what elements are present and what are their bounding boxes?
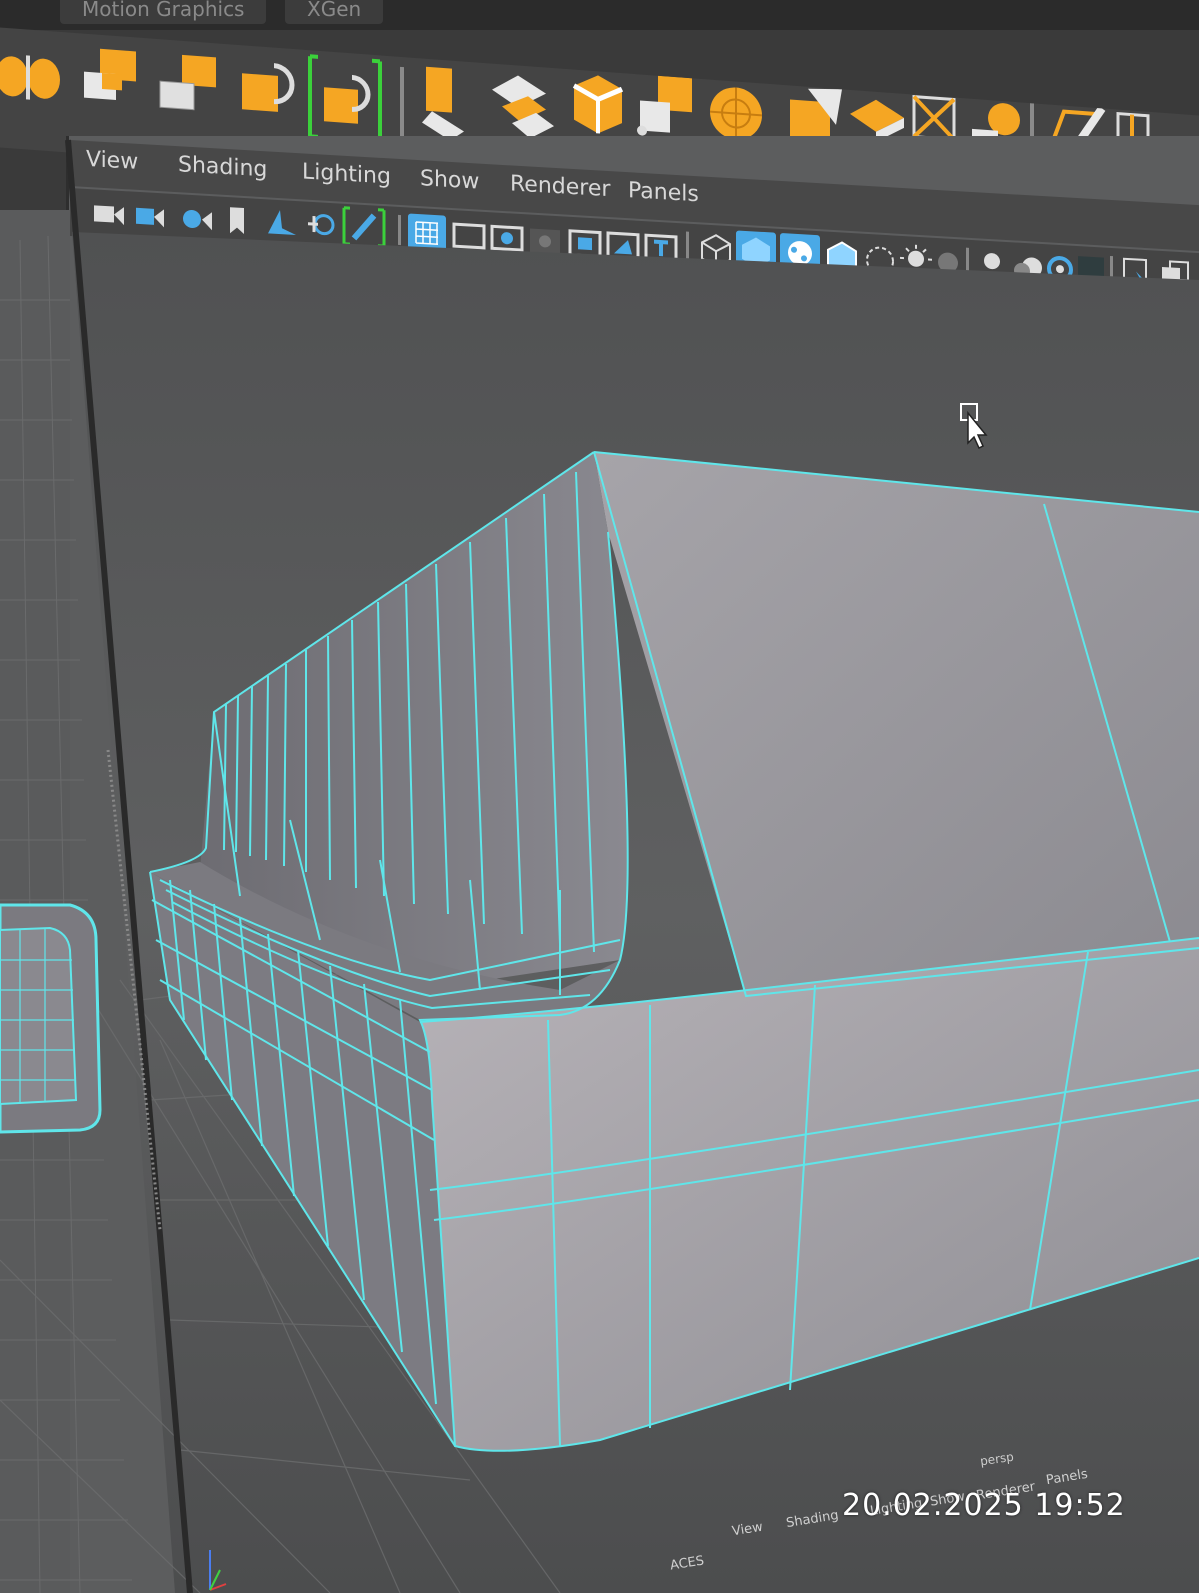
fill-hole-icon[interactable] bbox=[710, 86, 762, 142]
bookmark-icon[interactable] bbox=[230, 207, 244, 235]
wireframe-on-shaded-icon[interactable] bbox=[827, 241, 857, 276]
screen-space-ao-icon[interactable] bbox=[978, 252, 1006, 282]
combine-icon[interactable] bbox=[84, 48, 136, 102]
safe-action-icon[interactable] bbox=[606, 231, 640, 261]
shelf-tab-motion-graphics[interactable]: Motion Graphics bbox=[60, 0, 267, 24]
perspective-viewport-panel bbox=[66, 136, 1199, 1593]
extrude-icon[interactable] bbox=[422, 66, 464, 141]
film-gate-icon[interactable] bbox=[452, 222, 486, 250]
bool-difference-icon[interactable] bbox=[308, 54, 382, 144]
shelf-tab-xgen[interactable]: XGen bbox=[285, 0, 384, 24]
use-default-material-icon[interactable] bbox=[780, 233, 820, 274]
photo-timestamp: 20.02.2025 19:52 bbox=[842, 1488, 1126, 1523]
image-plane-icon[interactable] bbox=[268, 209, 296, 236]
separate-icon[interactable] bbox=[159, 53, 216, 111]
gate-mask-icon[interactable] bbox=[530, 228, 560, 255]
shelf-tab-strip: Motion Graphics XGen bbox=[0, 0, 1199, 30]
bevel-icon[interactable] bbox=[572, 74, 624, 136]
safe-title-icon[interactable] bbox=[644, 233, 678, 263]
bridge-icon[interactable] bbox=[492, 74, 554, 141]
shadows-icon[interactable] bbox=[938, 252, 958, 273]
use-all-lights-icon[interactable] bbox=[900, 244, 932, 268]
grease-pencil-icon[interactable] bbox=[342, 206, 386, 248]
xray-joints-icon[interactable] bbox=[1162, 260, 1189, 287]
xray-icon[interactable] bbox=[866, 246, 894, 275]
anti-aliasing-icon[interactable] bbox=[1047, 256, 1073, 283]
bool-union-icon[interactable] bbox=[242, 63, 295, 113]
resolution-gate-icon[interactable] bbox=[490, 224, 524, 252]
camera-lock-icon[interactable] bbox=[136, 207, 164, 228]
field-chart-icon[interactable] bbox=[568, 229, 602, 259]
smooth-shade-icon[interactable] bbox=[736, 230, 776, 271]
menu-view[interactable]: View bbox=[86, 147, 138, 175]
2d-pan-zoom-icon[interactable] bbox=[308, 214, 335, 236]
menu-panels[interactable]: Panels bbox=[628, 178, 699, 207]
maya-screen-photo: Motion Graphics XGen View Shading Lighti… bbox=[0, 0, 1199, 1593]
menu-lighting[interactable]: Lighting bbox=[302, 159, 391, 189]
camera-icon[interactable] bbox=[94, 205, 124, 226]
multi-cut-icon[interactable] bbox=[790, 85, 842, 143]
append-to-polygon-icon[interactable] bbox=[637, 74, 692, 139]
wireframe-icon[interactable] bbox=[701, 234, 731, 269]
isolate-select-icon[interactable] bbox=[1123, 257, 1150, 287]
grid-icon[interactable] bbox=[408, 213, 446, 252]
camera-attributes-icon[interactable] bbox=[183, 210, 212, 231]
menu-show[interactable]: Show bbox=[420, 166, 479, 194]
menu-shading[interactable]: Shading bbox=[178, 152, 267, 182]
menu-renderer[interactable]: Renderer bbox=[510, 171, 610, 202]
depth-of-field-icon[interactable] bbox=[1078, 256, 1104, 288]
mouse-cursor-icon bbox=[960, 403, 988, 449]
connect-icon[interactable] bbox=[912, 94, 956, 142]
side-viewport-edge bbox=[0, 210, 70, 1593]
motion-blur-icon[interactable] bbox=[1014, 256, 1042, 280]
symmetry-icon[interactable] bbox=[0, 53, 60, 102]
